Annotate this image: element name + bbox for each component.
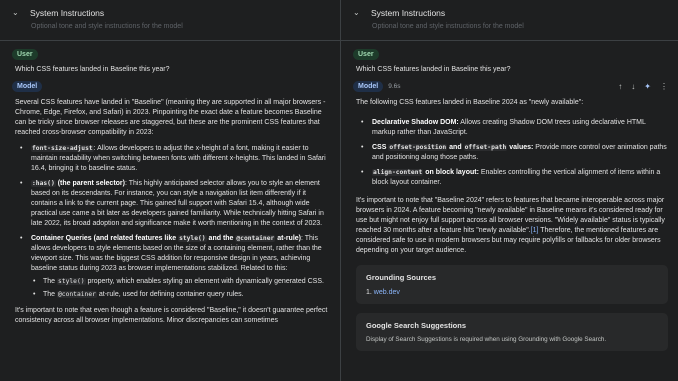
list-item: CSS offset-position and offset-path valu… [356, 143, 668, 163]
search-suggestions-title: Google Search Suggestions [366, 321, 467, 330]
divider [341, 40, 678, 41]
model-response: The following CSS features landed in Bas… [341, 98, 678, 256]
model-chip: Model [12, 81, 43, 92]
right-pane: ⌄ System Instructions Optional tone and … [340, 0, 678, 381]
sub-list: The style() property, which enables styl… [31, 277, 330, 300]
arrow-up-icon[interactable]: ↑ [618, 82, 622, 91]
search-suggestions-panel: Google Search Suggestions Display of Sea… [356, 313, 668, 351]
list-item: The @container at-rule, used for definin… [31, 290, 330, 300]
feature-list: Declarative Shadow DOM: Allows creating … [356, 118, 668, 188]
divider [0, 40, 340, 41]
list-item: The style() property, which enables styl… [31, 277, 330, 287]
list-item: font-size-adjust: Allows developers to a… [15, 144, 330, 174]
response-intro: The following CSS features landed in Bas… [356, 99, 584, 106]
feature-list: font-size-adjust: Allows developers to a… [15, 144, 330, 300]
grounding-sources-title: Grounding Sources [366, 273, 437, 282]
system-instructions-header[interactable]: ⌄ System Instructions [0, 0, 340, 20]
system-instructions-title: System Instructions [371, 7, 446, 18]
sparkle-icon[interactable]: ✦ [644, 82, 651, 91]
list-item: align-content on block layout: Enables c… [356, 168, 668, 188]
response-outro: It's important to note that even though … [15, 307, 328, 324]
list-item: Container Queries (and related features … [15, 234, 330, 300]
grounding-sources-panel: Grounding Sources 1. web.dev [356, 265, 668, 304]
system-instructions-title: System Instructions [30, 7, 105, 18]
list-item: Declarative Shadow DOM: Allows creating … [356, 118, 668, 138]
list-item: :has() (the parent selector): This highl… [15, 179, 330, 229]
user-chip: User [12, 49, 38, 60]
message-actions: ↑ ↓ ✦ ⋮ [618, 82, 668, 91]
system-instructions-input[interactable]: Optional tone and style instructions for… [0, 20, 340, 30]
fade-overlay [0, 371, 340, 381]
response-intro: Several CSS features have landed in "Bas… [15, 99, 326, 136]
system-instructions-input[interactable]: Optional tone and style instructions for… [341, 20, 678, 30]
source-link[interactable]: web.dev [374, 289, 400, 296]
response-outro: It's important to note that "Baseline 20… [356, 197, 665, 254]
user-message: Which CSS features landed in Baseline th… [356, 66, 511, 73]
response-time: 9.6s [388, 83, 401, 90]
chevron-down-icon[interactable]: ⌄ [353, 8, 363, 17]
model-chip: Model [353, 81, 384, 92]
left-pane: ⌄ System Instructions Optional tone and … [0, 0, 340, 381]
model-header: Model 9.6s ↑ ↓ ✦ ⋮ [341, 73, 678, 92]
fade-overlay [341, 371, 678, 381]
system-instructions-header[interactable]: ⌄ System Instructions [341, 0, 678, 20]
compare-view: ⌄ System Instructions Optional tone and … [0, 0, 678, 381]
source-item: 1. web.dev [366, 289, 400, 296]
arrow-down-icon[interactable]: ↓ [631, 82, 635, 91]
model-response: Several CSS features have landed in "Bas… [0, 98, 340, 326]
user-message: Which CSS features landed in Baseline th… [15, 66, 170, 73]
search-suggestions-desc: Display of Search Suggestions is require… [366, 336, 607, 343]
more-vert-icon[interactable]: ⋮ [660, 82, 668, 91]
user-chip: User [353, 49, 379, 60]
chevron-down-icon[interactable]: ⌄ [12, 8, 22, 17]
